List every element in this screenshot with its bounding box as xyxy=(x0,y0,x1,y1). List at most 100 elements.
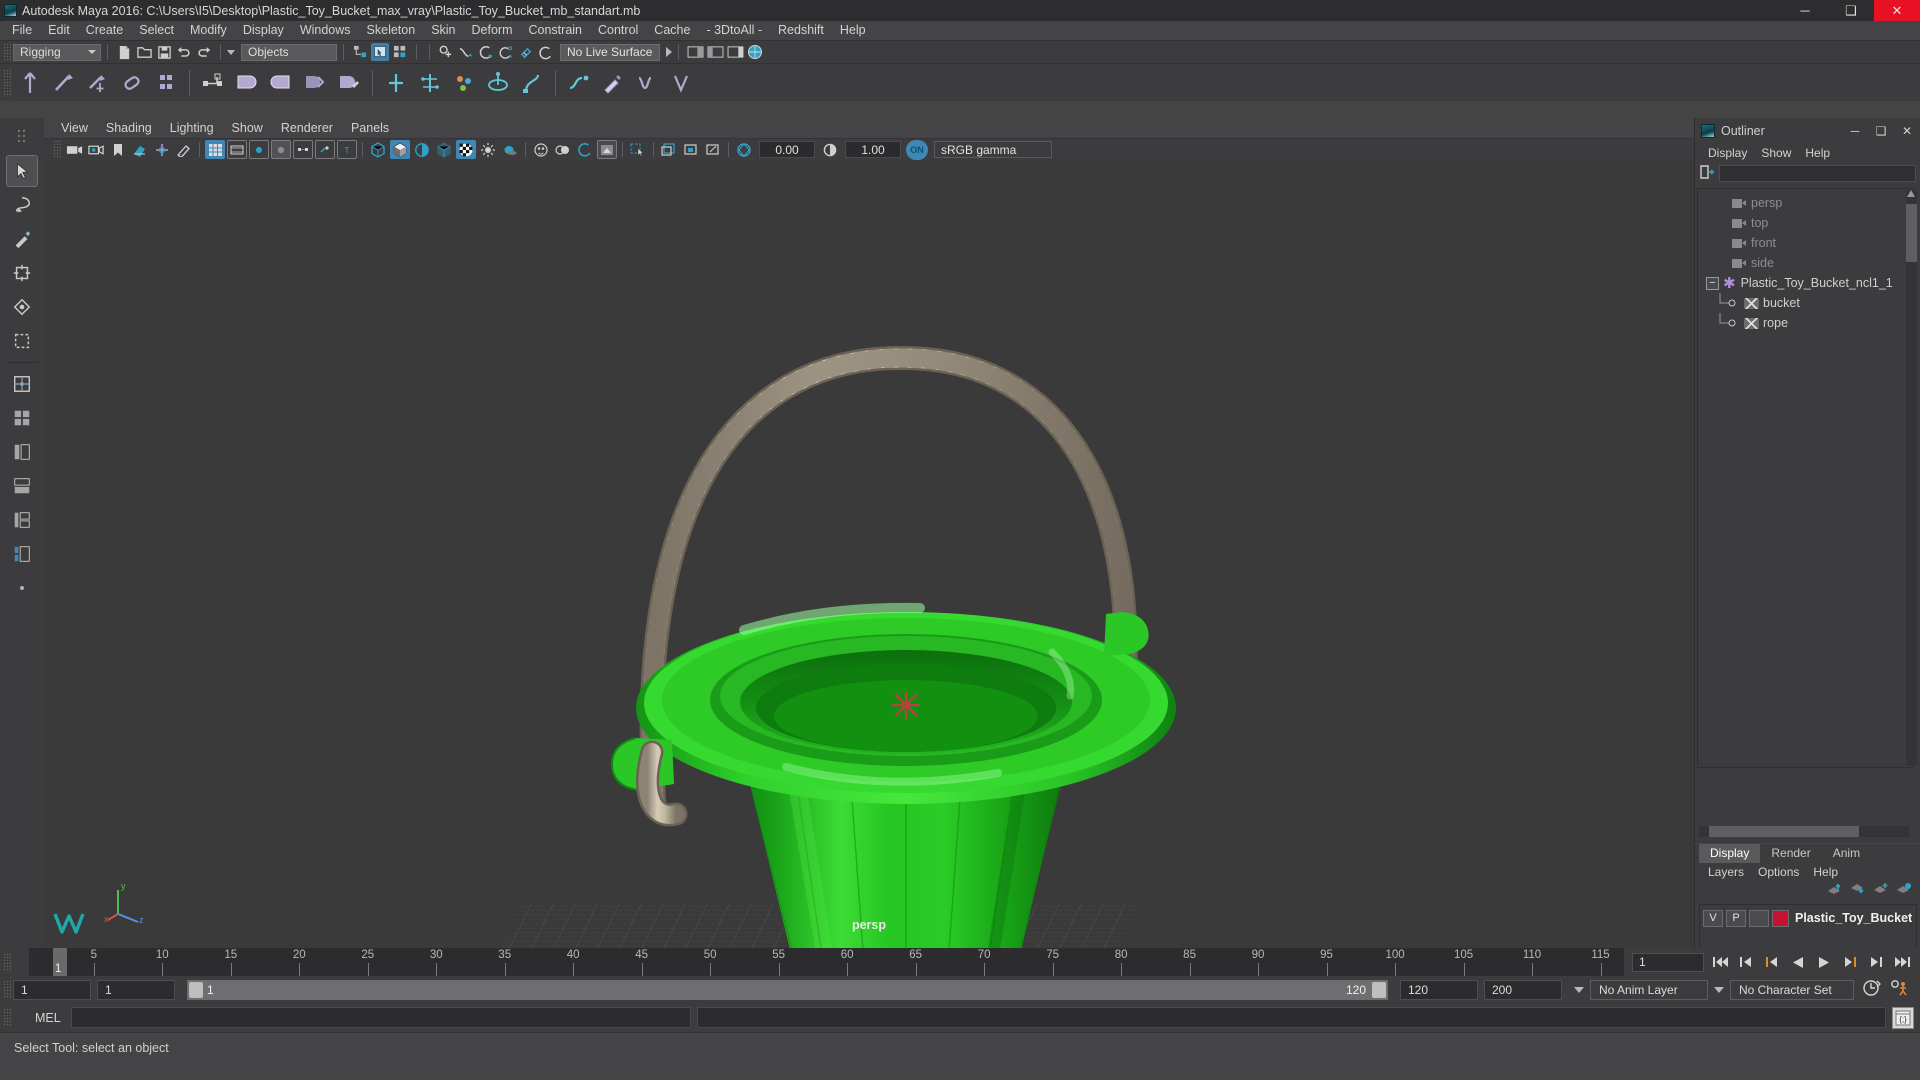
make-live-icon[interactable] xyxy=(537,43,555,61)
paint-skin-weights-icon[interactable] xyxy=(334,68,364,98)
menu-file[interactable]: File xyxy=(4,21,40,40)
anim-end-time-field[interactable]: 200 xyxy=(1484,979,1562,1000)
menu-3dtoall[interactable]: - 3DtoAll - xyxy=(698,21,770,40)
range-left-handle[interactable] xyxy=(189,981,203,998)
outliner-menu-help[interactable]: Help xyxy=(1798,146,1837,160)
vp-menu-view[interactable]: View xyxy=(52,121,97,135)
menu-redshift[interactable]: Redshift xyxy=(770,21,832,40)
menu-cache[interactable]: Cache xyxy=(646,21,698,40)
range-right-handle[interactable] xyxy=(1372,981,1386,998)
select-tool-icon[interactable] xyxy=(6,155,38,187)
xray-active-components-icon[interactable]: T xyxy=(337,140,357,159)
scroll-up-arrow-icon[interactable] xyxy=(1907,190,1915,197)
outliner-maximize-button[interactable]: ❑ xyxy=(1868,124,1894,138)
selection-mask-field[interactable]: Objects xyxy=(241,43,337,61)
tab-anim[interactable]: Anim xyxy=(1821,844,1872,863)
image-plane-icon[interactable] xyxy=(130,140,150,159)
scrollbar-thumb[interactable] xyxy=(1906,204,1917,262)
shade-smooth-shaded-icon[interactable] xyxy=(412,140,432,159)
paint-effects-toggle-icon[interactable] xyxy=(659,140,679,159)
exposure-icon[interactable] xyxy=(734,140,754,159)
jiggle-deformer-icon[interactable] xyxy=(632,68,662,98)
shadows-toggle-icon[interactable] xyxy=(500,140,520,159)
save-scene-icon[interactable] xyxy=(155,43,173,61)
show-attribute-editor-icon[interactable] xyxy=(686,43,704,61)
outliner-item-side[interactable]: side xyxy=(1698,253,1912,273)
quick-layout-fourview-icon[interactable] xyxy=(7,403,37,433)
layer-color-swatch[interactable] xyxy=(1772,909,1789,927)
smooth-bind-icon[interactable] xyxy=(232,68,262,98)
show-channel-box-icon[interactable] xyxy=(726,43,744,61)
multisample-aa-icon[interactable] xyxy=(575,140,595,159)
layer-menu-layers[interactable]: Layers xyxy=(1701,865,1751,879)
nonlinear-deformer-icon[interactable] xyxy=(517,68,547,98)
open-scene-icon[interactable] xyxy=(135,43,153,61)
outliner-item-persp[interactable]: persp xyxy=(1698,193,1912,213)
scale-tool-icon[interactable] xyxy=(7,326,37,356)
color-profile-field[interactable]: sRGB gamma xyxy=(934,141,1052,158)
layer-menu-options[interactable]: Options xyxy=(1751,865,1806,879)
layer-menu-help[interactable]: Help xyxy=(1806,865,1845,879)
script-editor-button[interactable]: {;} xyxy=(1892,1006,1914,1029)
layer-playback-toggle[interactable]: P xyxy=(1726,909,1746,927)
layer-row[interactable]: V P Plastic_Toy_Bucket xyxy=(1700,908,1916,928)
outliner-item-plastic-toy-bucket-ncl1-1[interactable]: − ✱ Plastic_Toy_Bucket_ncl1_1 xyxy=(1698,273,1912,293)
menu-skeleton[interactable]: Skeleton xyxy=(359,21,424,40)
snap-to-projected-center-icon[interactable] xyxy=(497,43,515,61)
outliner-item-rope[interactable]: rope xyxy=(1698,313,1912,333)
maximize-button[interactable]: ❑ xyxy=(1828,0,1874,21)
quick-layout-persp-graph-icon[interactable] xyxy=(7,471,37,501)
joint-tool-icon[interactable] xyxy=(15,68,45,98)
snap-to-point-icon[interactable] xyxy=(477,43,495,61)
play-backwards-button[interactable] xyxy=(1788,952,1808,972)
play-forwards-button[interactable] xyxy=(1814,952,1834,972)
connect-nodes-icon[interactable] xyxy=(198,68,228,98)
menu-skin[interactable]: Skin xyxy=(423,21,463,40)
current-frame-field[interactable]: 1 xyxy=(1632,952,1704,972)
menu-windows[interactable]: Windows xyxy=(292,21,359,40)
outliner-minimize-button[interactable]: ─ xyxy=(1842,124,1868,138)
xray-joints-icon[interactable] xyxy=(315,140,335,159)
viewport-3d-canvas[interactable]: y z x persp xyxy=(44,160,1694,948)
rigid-bind-icon[interactable] xyxy=(266,68,296,98)
playback-end-time-field[interactable]: 120 xyxy=(1400,979,1478,1000)
constraint-icon[interactable] xyxy=(117,68,147,98)
wireframe-shading-icon[interactable] xyxy=(368,140,388,159)
resolution-gate-icon[interactable] xyxy=(249,140,269,159)
redo-icon[interactable] xyxy=(195,43,213,61)
soft-modification-icon[interactable] xyxy=(483,68,513,98)
anim-start-time-field[interactable]: 1 xyxy=(13,979,91,1000)
texture-toggle-icon[interactable] xyxy=(456,140,476,159)
hide-image-plane-icon[interactable] xyxy=(681,140,701,159)
vp-menu-panels[interactable]: Panels xyxy=(342,121,398,135)
cluster-deformer-icon[interactable] xyxy=(449,68,479,98)
go-to-start-button[interactable] xyxy=(1710,952,1730,972)
camera-attributes-icon[interactable] xyxy=(86,140,106,159)
outliner-menu-show[interactable]: Show xyxy=(1754,146,1798,160)
show-tool-settings-icon[interactable] xyxy=(706,43,724,61)
toolbox-grip[interactable] xyxy=(7,122,37,152)
range-slider-grip[interactable] xyxy=(3,980,11,999)
menu-constrain[interactable]: Constrain xyxy=(521,21,591,40)
anim-layer-field[interactable]: No Anim Layer xyxy=(1590,979,1708,1000)
new-layer-from-selected-icon[interactable] xyxy=(1896,882,1912,899)
gamma-icon[interactable] xyxy=(820,140,840,159)
viewport-toolbar-grip[interactable] xyxy=(53,140,61,159)
outliner-vertical-scrollbar[interactable] xyxy=(1906,190,1917,766)
anim-layer-chevron-down-icon[interactable] xyxy=(1574,986,1584,993)
outliner-menu-display[interactable]: Display xyxy=(1701,146,1754,160)
close-button[interactable]: ✕ xyxy=(1874,0,1920,21)
new-layer-icon[interactable] xyxy=(1873,882,1889,899)
select-by-hierarchy-icon[interactable] xyxy=(351,43,369,61)
quick-layout-persp-uv-icon[interactable] xyxy=(7,539,37,569)
blend-shape-icon[interactable] xyxy=(381,68,411,98)
auto-key-icon[interactable] xyxy=(1862,979,1882,1000)
sculpt-tool-icon[interactable] xyxy=(598,68,628,98)
step-back-button[interactable] xyxy=(1736,952,1756,972)
grid-toggle-icon[interactable] xyxy=(205,140,225,159)
menu-edit[interactable]: Edit xyxy=(40,21,78,40)
command-output-field[interactable] xyxy=(697,1007,1886,1028)
depth-of-field-icon[interactable] xyxy=(597,140,617,159)
tab-render[interactable]: Render xyxy=(1760,844,1822,863)
select-by-object-type-icon[interactable] xyxy=(371,43,389,61)
